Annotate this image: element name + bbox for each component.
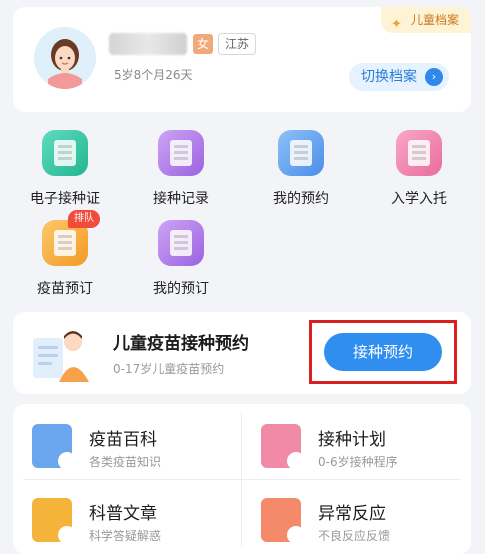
service-title: 科普文章: [89, 504, 157, 524]
school-entry-icon: [396, 130, 442, 176]
service-title: 接种计划: [318, 430, 386, 450]
switch-archive-label: 切换档案: [361, 69, 417, 85]
service-subtitle: 0-6岁接种程序: [318, 455, 398, 469]
vaccination-appointment-banner: 儿童疫苗接种预约 0-17岁儿童疫苗预约 接种预约: [13, 312, 471, 394]
book-vaccination-button[interactable]: 接种预约: [324, 333, 442, 371]
service-vaccination-plan[interactable]: 接种计划 0-6岁接种程序: [242, 410, 462, 476]
services-panel: 疫苗百科 各类疫苗知识 接种计划 0-6岁接种程序 科普文章 科学答疑解惑 异常…: [13, 404, 471, 554]
grid-label: 疫苗预订: [37, 281, 93, 297]
child-archive-tag: ✦ 儿童档案: [380, 7, 471, 33]
child-name-redacted: [109, 33, 187, 55]
grid-label: 入学入托: [391, 191, 447, 207]
child-age: 5岁8个月26天: [114, 68, 193, 82]
sparkle-icon: ✦: [390, 17, 402, 32]
service-vaccine-encyclopedia[interactable]: 疫苗百科 各类疫苗知识: [13, 410, 233, 476]
grid-label: 我的预订: [153, 281, 209, 297]
divider: [23, 479, 461, 480]
queue-badge: 排队: [68, 210, 100, 228]
vaccine-certificate-icon: [42, 130, 88, 176]
avatar[interactable]: [34, 27, 96, 89]
service-title: 疫苗百科: [89, 430, 157, 450]
my-booking-icon: [158, 220, 204, 266]
service-subtitle: 各类疫苗知识: [89, 455, 162, 469]
my-appointment-icon: [278, 130, 324, 176]
vaccine-encyclopedia-icon: [32, 424, 76, 470]
chevron-right-icon: ›: [425, 68, 443, 86]
vaccination-plan-icon: [261, 424, 305, 470]
grid-label: 接种记录: [153, 191, 209, 207]
grid-item-my-appointment[interactable]: 我的预约: [245, 130, 357, 208]
grid-label: 电子接种证: [30, 191, 100, 207]
service-adverse-reaction[interactable]: 异常反应 不良反应反馈: [242, 484, 462, 550]
profile-card: ✦ 儿童档案 女 江苏 5岁8个月26天 切换档案 ›: [13, 7, 471, 112]
service-subtitle: 不良反应反馈: [318, 529, 391, 543]
adverse-reaction-icon: [261, 498, 305, 544]
grid-item-school-entry[interactable]: 入学入托: [363, 130, 475, 208]
appointment-title: 儿童疫苗接种预约: [113, 334, 249, 354]
girl-avatar-icon: [34, 27, 96, 89]
grid-item-vaccination-record[interactable]: 接种记录: [125, 130, 237, 208]
grid-item-my-booking[interactable]: 我的预订: [125, 220, 237, 298]
child-archive-label: 儿童档案: [410, 13, 459, 27]
vaccine-booking-icon: 排队: [42, 210, 100, 266]
grid-item-vaccine-booking[interactable]: 排队 疫苗预订: [9, 210, 121, 298]
vaccination-record-icon: [158, 130, 204, 176]
service-subtitle: 科学答疑解惑: [89, 529, 162, 543]
doctor-illustration-icon: [33, 331, 89, 382]
grid-label: 我的预约: [273, 191, 329, 207]
gender-badge: 女: [193, 34, 213, 54]
appointment-subtitle: 0-17岁儿童疫苗预约: [113, 362, 225, 376]
region-badge: 江苏: [218, 33, 257, 55]
service-science-article[interactable]: 科普文章 科学答疑解惑: [13, 484, 233, 550]
science-article-icon: [32, 498, 76, 544]
switch-archive-button[interactable]: 切换档案 ›: [349, 63, 449, 91]
grid-item-vaccine-certificate[interactable]: 电子接种证: [9, 130, 121, 208]
service-title: 异常反应: [318, 504, 386, 524]
